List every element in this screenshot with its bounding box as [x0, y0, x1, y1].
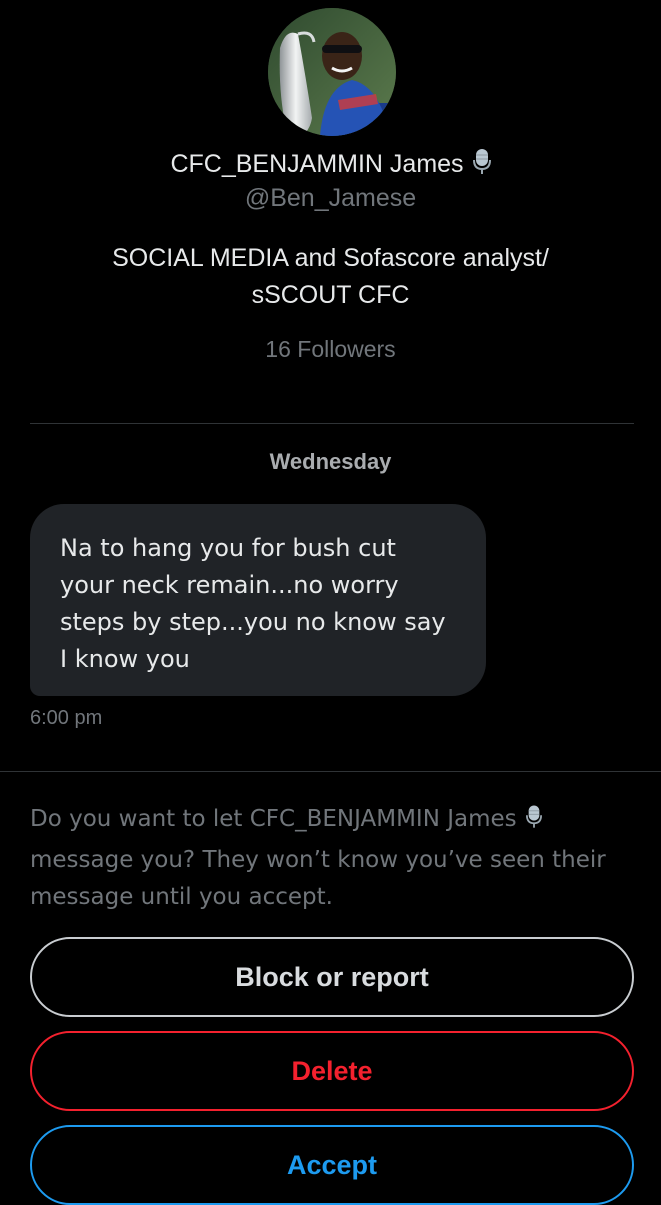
message-line: Na to hang you for bush cut [60, 534, 396, 562]
divider [0, 771, 661, 772]
profile-bio: SOCIAL MEDIA and Sofascore analyst/ sSCO… [40, 240, 621, 314]
message-bubble[interactable]: Na to hang you for bush cut your neck re… [30, 504, 486, 696]
message-request-prompt: Do you want to let CFC_BENJAMMIN James m… [30, 801, 640, 916]
accept-button[interactable]: Accept [30, 1125, 634, 1205]
profile-name-row: CFC_BENJAMMIN James [0, 148, 661, 183]
microphone-icon [525, 804, 542, 842]
divider [30, 423, 634, 424]
block-or-report-button[interactable]: Block or report [30, 937, 634, 1017]
message-line: I know you [60, 645, 190, 673]
request-text-line: message until you accept. [30, 884, 333, 910]
request-text-line: Do you want to let CFC_BENJAMMIN James [30, 806, 517, 832]
message-line: steps by step...you no know say [60, 608, 446, 636]
microphone-icon [472, 148, 491, 183]
profile-handle: @Ben_Jamese [244, 184, 417, 212]
followers-count[interactable]: 16 Followers [0, 336, 661, 363]
message-timestamp: 6:00 pm [30, 707, 103, 729]
profile-avatar[interactable] [268, 8, 396, 136]
date-separator: Wednesday [269, 449, 392, 474]
delete-button[interactable]: Delete [30, 1031, 634, 1111]
request-text-line: message you? They won’t know you’ve seen… [30, 847, 606, 873]
profile-bio-line: SOCIAL MEDIA and Sofascore analyst/ [112, 244, 549, 272]
message-line: your neck remain...no worry [60, 571, 399, 599]
profile-bio-line: sSCOUT CFC [251, 281, 410, 309]
profile-display-name: CFC_BENJAMMIN James [170, 150, 464, 178]
